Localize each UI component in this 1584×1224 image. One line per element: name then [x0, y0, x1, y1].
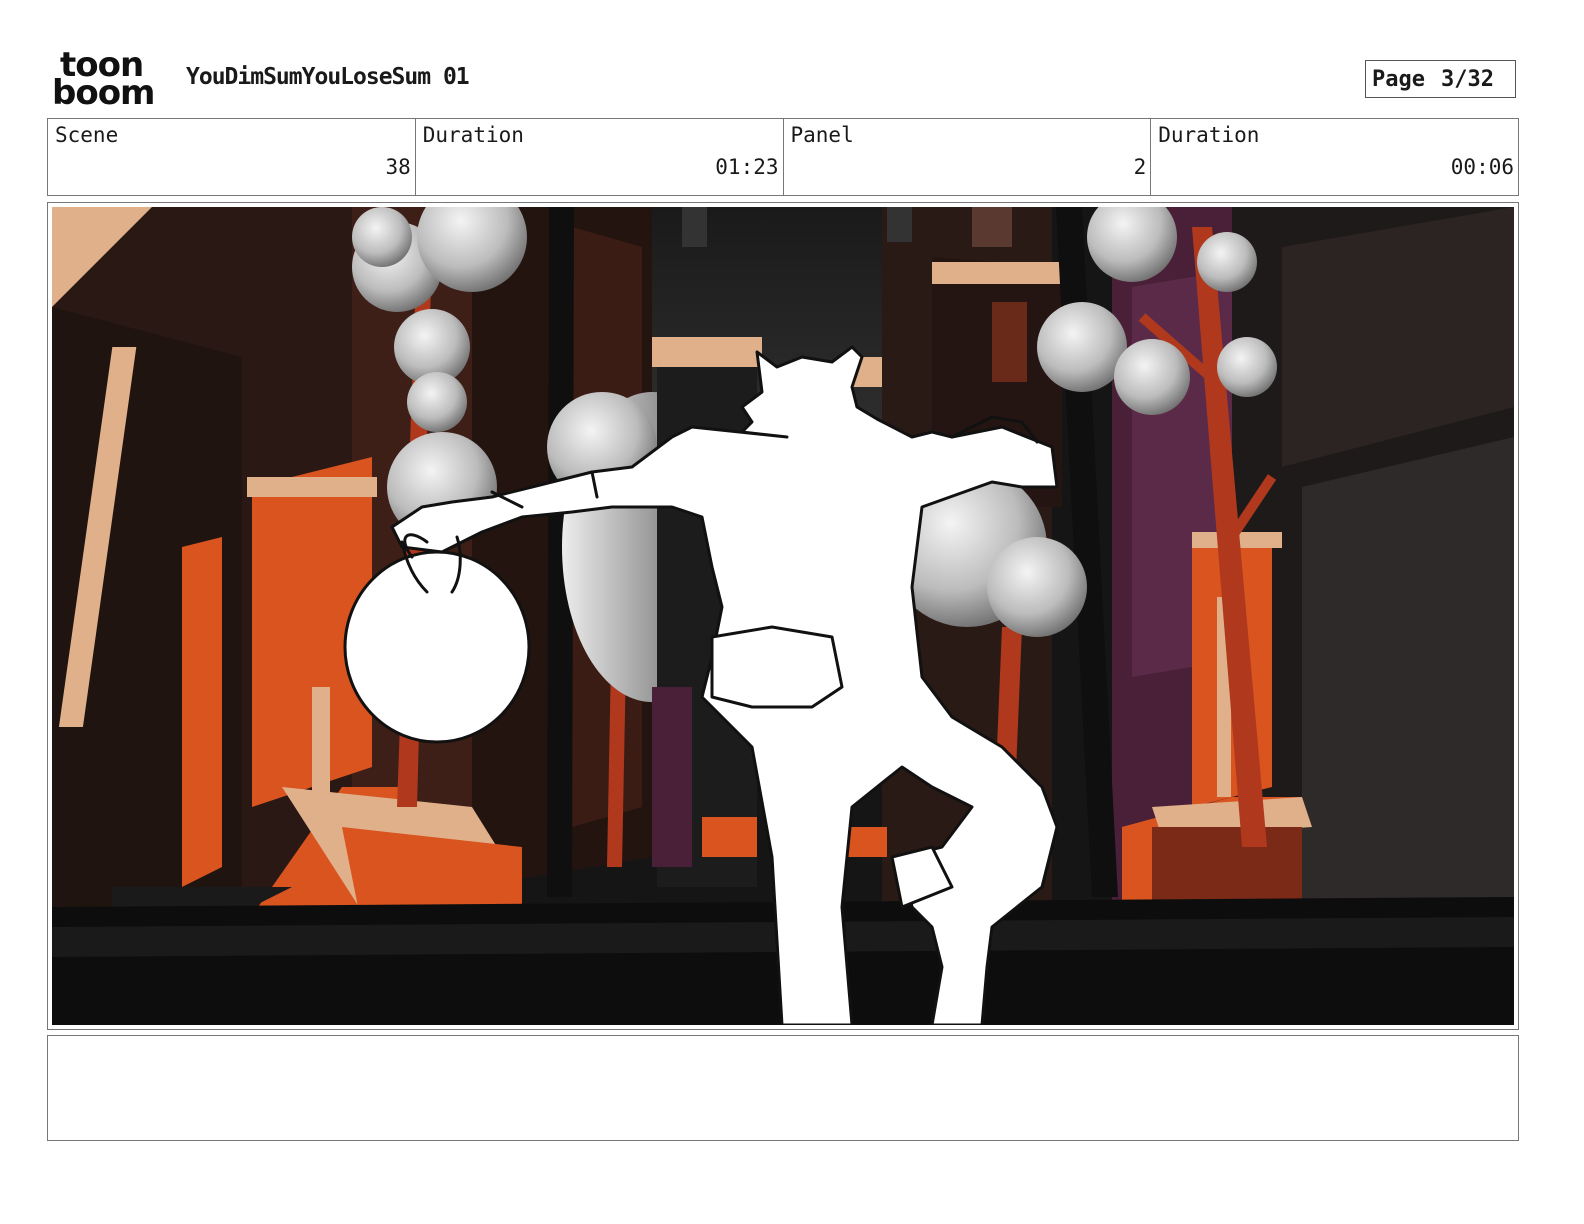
- panel-duration-cell: Duration 00:06: [1151, 119, 1518, 195]
- page-label: Page: [1372, 66, 1425, 92]
- page-number: 3/32: [1440, 66, 1494, 92]
- scene-cell: Scene 38: [48, 119, 416, 195]
- scene-label: Scene: [55, 123, 119, 147]
- panel-notes: [47, 1035, 1519, 1141]
- scene-duration-label: Duration: [422, 123, 524, 147]
- logo-text-bottom: boom: [52, 73, 155, 113]
- panel-value: 2: [1133, 155, 1147, 179]
- storyboard-panel: [47, 202, 1519, 1030]
- scene-duration-value: 01:23: [715, 155, 779, 179]
- panel-duration-value: 00:06: [1450, 155, 1514, 179]
- panel-label: Panel: [790, 123, 854, 147]
- project-title: YouDimSumYouLoseSum 01: [186, 64, 470, 90]
- panel-duration-label: Duration: [1158, 123, 1260, 147]
- toonboom-logo: toon boom: [52, 48, 164, 113]
- scene-value: 38: [385, 155, 411, 179]
- panel-info-row: Scene 38 Duration 01:23 Panel 2 Duration…: [47, 118, 1519, 196]
- panel-image: [52, 207, 1514, 1025]
- panel-cell: Panel 2: [784, 119, 1152, 195]
- page-indicator: Page 3/32: [1365, 60, 1516, 98]
- scene-duration-cell: Duration 01:23: [416, 119, 784, 195]
